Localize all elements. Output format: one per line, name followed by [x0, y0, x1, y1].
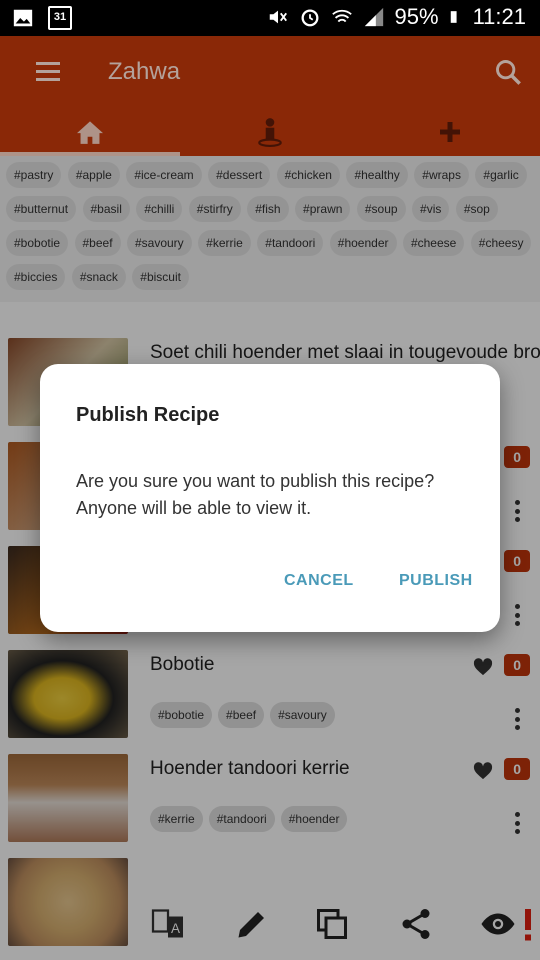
- publish-dialog: Publish Recipe Are you sure you want to …: [40, 364, 500, 632]
- alarm-icon: [301, 9, 319, 27]
- signal-icon: [364, 7, 383, 27]
- calendar-icon: 31: [48, 6, 72, 30]
- dialog-message: Are you sure you want to publish this re…: [76, 471, 435, 518]
- mute-icon: [269, 10, 287, 24]
- gallery-icon: [13, 9, 33, 27]
- modal-scrim-top: [0, 36, 540, 156]
- status-bar: 31 95% 11:21: [0, 0, 540, 36]
- battery-percent: 95%: [394, 4, 439, 29]
- cancel-button[interactable]: CANCEL: [284, 572, 354, 590]
- dialog-title: Publish Recipe: [76, 404, 220, 426]
- wifi-icon: [331, 9, 352, 23]
- clock: 11:21: [472, 4, 526, 29]
- battery-icon: [450, 11, 457, 23]
- publish-button[interactable]: PUBLISH: [399, 572, 473, 590]
